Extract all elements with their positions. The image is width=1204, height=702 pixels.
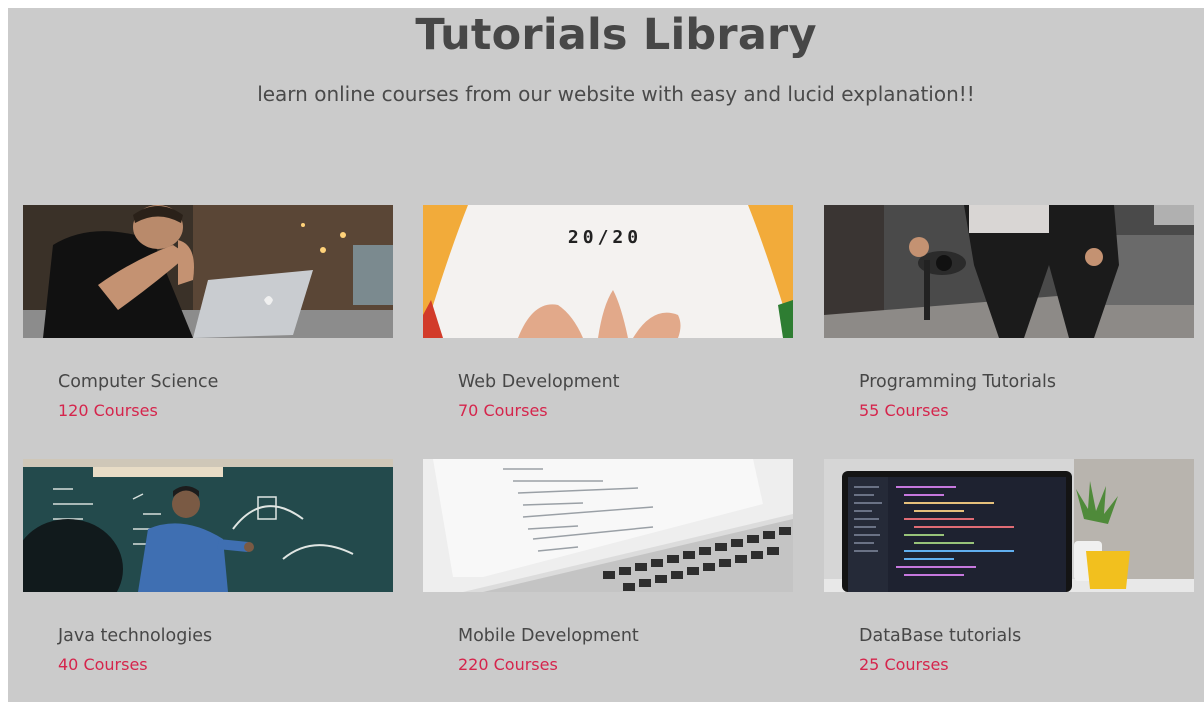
course-count: 25 Courses (859, 655, 949, 674)
course-card-title: Java technologies (58, 626, 213, 646)
course-card-title: Computer Science (58, 372, 219, 392)
course-count: 55 Courses (859, 401, 949, 420)
shirt-20-20-photo: 20/20 (423, 205, 793, 338)
course-count: 220 Courses (458, 655, 558, 674)
course-card-title: DataBase tutorials (859, 626, 1022, 646)
person-with-laptop-photo (23, 205, 393, 338)
course-count: 70 Courses (458, 401, 548, 420)
course-card-title: Programming Tutorials (859, 372, 1056, 392)
page-subtitle: learn online courses from our website wi… (257, 82, 975, 106)
course-card-title: Mobile Development (458, 626, 639, 646)
course-count: 120 Courses (58, 401, 158, 420)
laptop-dark-code-photo (824, 459, 1194, 592)
page-container: Tutorials Library learn online courses f… (8, 8, 1204, 702)
page-title: Tutorials Library (415, 10, 817, 60)
laptop-code-editor-photo (423, 459, 793, 592)
teacher-at-chalkboard-photo (23, 459, 393, 592)
course-card-title: Web Development (458, 372, 620, 392)
shirt-print-text: 20/20 (568, 227, 642, 248)
person-with-camera-photo (824, 205, 1194, 338)
course-count: 40 Courses (58, 655, 148, 674)
